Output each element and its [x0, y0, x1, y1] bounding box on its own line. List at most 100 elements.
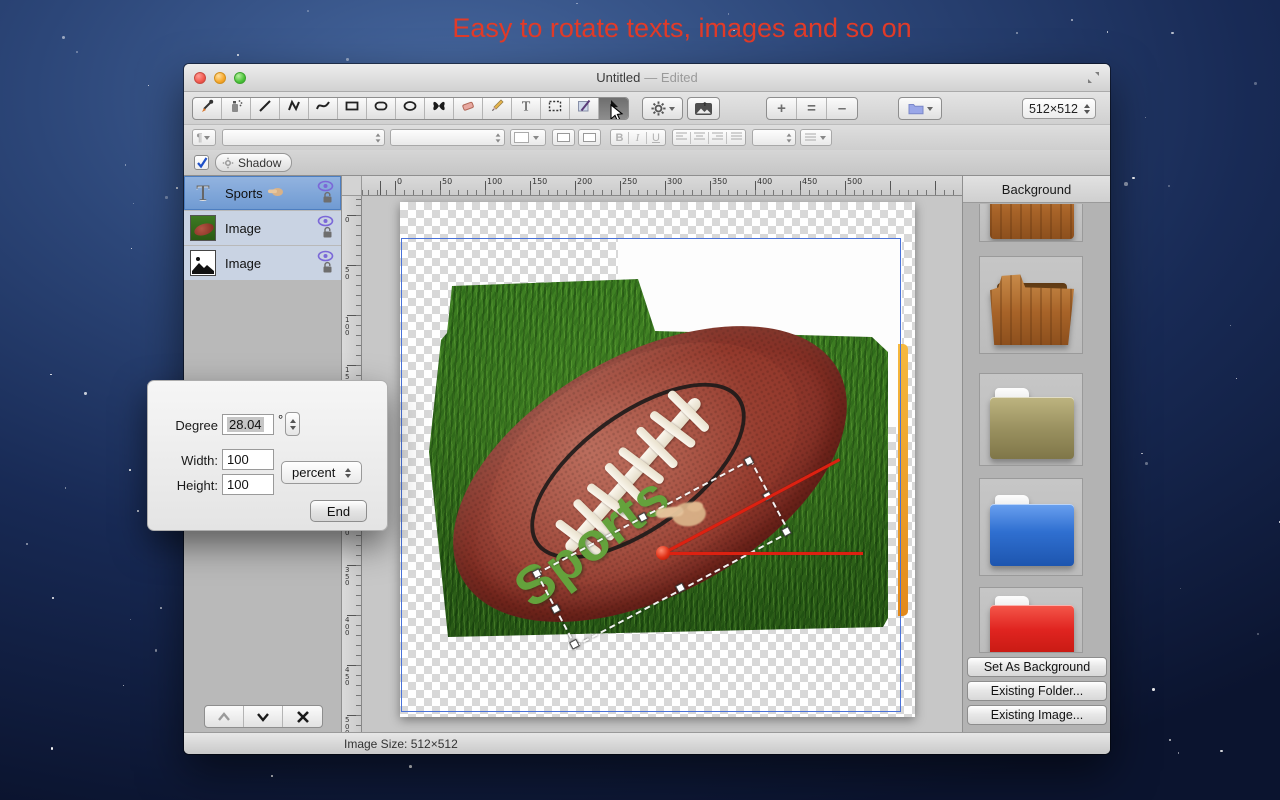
star	[1171, 32, 1173, 34]
folder-style-dropdown[interactable]	[898, 97, 942, 120]
h-ruler-label: 450	[802, 177, 817, 186]
end-button[interactable]: End	[310, 500, 367, 522]
tool-eyedropper[interactable]	[193, 98, 222, 119]
layer-row-sports-0[interactable]: TSports	[184, 176, 341, 210]
tool-line[interactable]	[251, 98, 280, 119]
unit-dropdown[interactable]: percent	[281, 461, 362, 484]
existing-folder-button[interactable]: Existing Folder...	[967, 681, 1107, 701]
format-bar: ¶ B I U	[184, 124, 1110, 150]
background-folder-wood[interactable]	[979, 204, 1083, 242]
fullscreen-icon[interactable]	[1087, 71, 1100, 89]
h-ruler-label: 400	[757, 177, 772, 186]
rotation-pivot-dot[interactable]	[656, 546, 670, 560]
tool-rectangle[interactable]	[338, 98, 367, 119]
star	[1169, 739, 1171, 741]
layer-row-image-2[interactable]: Image	[184, 246, 341, 280]
shadow-checkbox[interactable]	[194, 155, 209, 170]
shadow-button[interactable]: Shadow	[215, 153, 292, 172]
background-folder-red[interactable]	[979, 587, 1083, 653]
magic-wand-icon	[576, 98, 592, 119]
eyedropper-icon	[199, 98, 215, 119]
move-layer-down-button[interactable]	[244, 706, 283, 727]
color-dropdown[interactable]	[510, 129, 546, 146]
star	[129, 469, 131, 471]
tool-butterfly[interactable]	[425, 98, 454, 119]
align-right-button[interactable]	[709, 132, 727, 144]
zoom-button[interactable]	[234, 72, 246, 84]
background-folder-blue[interactable]	[979, 478, 1083, 576]
star	[160, 607, 162, 609]
tool-ellipse[interactable]	[396, 98, 425, 119]
underline-button[interactable]: U	[647, 132, 665, 144]
italic-button[interactable]: I	[629, 132, 647, 144]
image-size-label: Image Size: 512×512	[344, 737, 458, 751]
degree-field[interactable]: 28.04	[222, 414, 274, 435]
zoom-in-button[interactable]: +	[767, 98, 797, 119]
list-style-dropdown[interactable]	[800, 129, 832, 146]
photo-thumbnail-icon	[191, 251, 215, 275]
set-as-background-button[interactable]: Set As Background	[967, 657, 1107, 677]
align-left-button[interactable]	[673, 132, 691, 144]
existing-image-button[interactable]: Existing Image...	[967, 705, 1107, 725]
star	[1230, 325, 1231, 326]
tool-rounded-rectangle[interactable]	[367, 98, 396, 119]
zoom-segmented-control: + = –	[766, 97, 858, 120]
width-label: Width:	[156, 453, 218, 468]
tool-curve[interactable]	[309, 98, 338, 119]
bold-button[interactable]: B	[611, 132, 629, 144]
tool-pencil[interactable]	[483, 98, 512, 119]
layer-lock-toggle[interactable]	[322, 225, 333, 243]
layer-row-image-1[interactable]: Image	[184, 211, 341, 245]
star	[409, 765, 412, 768]
tool-arrow[interactable]	[599, 98, 628, 119]
tool-marquee[interactable]	[541, 98, 570, 119]
background-folder-wood-open[interactable]	[979, 256, 1083, 354]
layer-lock-toggle[interactable]	[322, 260, 333, 278]
background-folder-olive[interactable]	[979, 373, 1083, 466]
close-button[interactable]	[194, 72, 206, 84]
tool-magic-wand[interactable]	[570, 98, 599, 119]
star	[123, 685, 124, 686]
stroke-color-well[interactable]	[578, 129, 601, 146]
eraser-icon	[460, 98, 476, 119]
stepper-arrows-icon[interactable]	[1084, 104, 1090, 114]
font-size-dropdown[interactable]	[390, 129, 505, 146]
zoom-actual-button[interactable]: =	[797, 98, 827, 119]
background-panel: Background Set As BackgroundExisting Fol…	[962, 176, 1110, 732]
tool-eraser[interactable]	[454, 98, 483, 119]
export-image-button[interactable]	[687, 97, 720, 120]
ruler-corner	[342, 176, 362, 196]
h-ruler-label: 200	[577, 177, 592, 186]
height-field[interactable]: 100	[222, 474, 274, 495]
star	[1168, 185, 1170, 187]
layer-lock-toggle[interactable]	[322, 190, 333, 208]
star	[76, 51, 78, 53]
canvas-size-stepper[interactable]: 512×512	[1022, 98, 1096, 119]
v-ruler-label: 3 5 0	[345, 567, 349, 587]
tool-polyline[interactable]	[280, 98, 309, 119]
spacing-stepper[interactable]	[752, 129, 796, 146]
close-icon	[297, 711, 309, 723]
v-ruler-label: 5 0	[345, 267, 349, 280]
lock-icon	[322, 226, 333, 238]
align-justify-button[interactable]	[727, 132, 745, 144]
chevron-down-icon	[256, 712, 270, 722]
delete-layer-button[interactable]	[283, 706, 322, 727]
font-family-dropdown[interactable]	[222, 129, 385, 146]
title-bar[interactable]: Untitled— Edited	[184, 64, 1110, 92]
move-layer-up-button[interactable]	[205, 706, 244, 727]
tool-text[interactable]: T	[512, 98, 541, 119]
width-field[interactable]: 100	[222, 449, 274, 470]
polyline-icon	[286, 98, 302, 119]
degree-stepper[interactable]	[285, 412, 300, 436]
selection-handle[interactable]	[637, 512, 648, 523]
align-center-button[interactable]	[691, 132, 709, 144]
canvas-scroll-area[interactable]: Sports	[362, 196, 962, 732]
fill-color-well[interactable]	[552, 129, 575, 146]
gear-menu-button[interactable]	[642, 97, 683, 120]
minimize-button[interactable]	[214, 72, 226, 84]
zoom-out-button[interactable]: –	[827, 98, 857, 119]
canvas[interactable]: Sports	[400, 202, 915, 717]
paragraph-style-dropdown[interactable]: ¶	[192, 129, 216, 146]
tool-spray[interactable]	[222, 98, 251, 119]
